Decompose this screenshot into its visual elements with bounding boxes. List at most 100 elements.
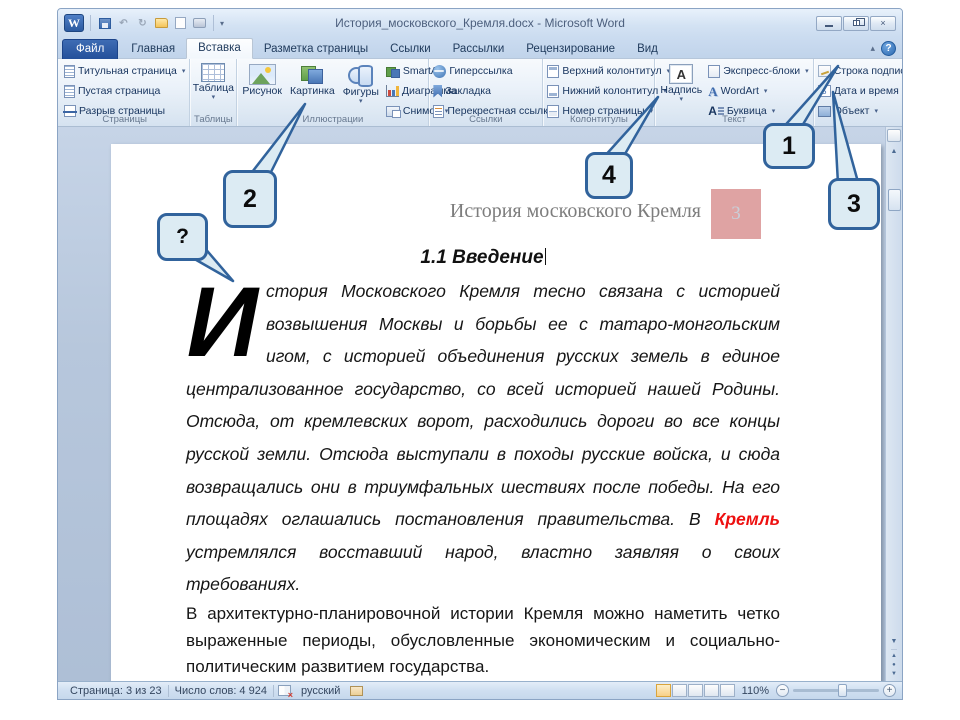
bookmark-button[interactable]: Закладка bbox=[431, 82, 555, 100]
zoom-slider-thumb[interactable] bbox=[838, 684, 847, 697]
tab-view[interactable]: Вид bbox=[626, 40, 669, 59]
undo-button[interactable]: ↶ bbox=[116, 16, 131, 30]
footer-button[interactable]: Нижний колонтитул bbox=[545, 82, 672, 100]
hyperlink-icon bbox=[433, 64, 447, 78]
document-body: История Московского Кремля тесно связана… bbox=[186, 266, 780, 681]
picture-icon bbox=[248, 64, 276, 85]
group-illustrations: Рисунок Картинка Фигуры SmartArt Диаграм… bbox=[237, 59, 457, 126]
callout-2: 2 bbox=[223, 170, 277, 228]
callout-1: 1 bbox=[763, 123, 815, 169]
date-time-button[interactable]: 5 Дата и время bbox=[816, 82, 902, 100]
zoom-in-button[interactable]: + bbox=[883, 684, 896, 697]
tab-insert[interactable]: Вставка bbox=[186, 38, 253, 59]
divider bbox=[90, 15, 91, 31]
title-bar: W ↶ ↻ ▾ История_московского_Кремля.docx … bbox=[58, 9, 902, 37]
quick-parts-button[interactable]: Экспресс-блоки bbox=[706, 62, 810, 80]
ribbon-insert: Титульная страница Пустая страница Разры… bbox=[58, 59, 902, 127]
view-print-layout-button[interactable] bbox=[655, 684, 671, 697]
text-box-button[interactable]: A Надпись bbox=[657, 62, 705, 103]
date-time-icon: 5 bbox=[817, 85, 831, 97]
blank-page-icon bbox=[64, 84, 75, 98]
zoom-slider-track[interactable] bbox=[793, 684, 879, 697]
blank-page-button[interactable]: Пустая страница bbox=[62, 82, 187, 100]
kremlin-red-text: Кремль bbox=[714, 509, 780, 530]
status-page-info[interactable]: Страница: 3 из 23 bbox=[64, 685, 168, 697]
save-button[interactable] bbox=[97, 16, 112, 30]
help-button[interactable]: ? bbox=[881, 41, 896, 56]
tab-page-layout[interactable]: Разметка страницы bbox=[253, 40, 379, 59]
tab-file[interactable]: Файл bbox=[62, 39, 119, 59]
zoom-level[interactable]: 110% bbox=[735, 685, 776, 697]
status-language[interactable]: русский bbox=[295, 685, 346, 697]
view-fullscreen-reading-button[interactable] bbox=[671, 684, 687, 697]
next-page-button[interactable]: ▼ bbox=[891, 671, 897, 677]
view-web-layout-button[interactable] bbox=[687, 684, 703, 697]
text-cursor bbox=[544, 248, 546, 265]
collapse-ribbon-button[interactable]: ▴ bbox=[870, 43, 875, 54]
status-right-controls: 110% − + bbox=[655, 684, 896, 697]
restore-button[interactable] bbox=[843, 15, 869, 31]
object-button[interactable]: Объект bbox=[816, 102, 902, 120]
table-icon bbox=[201, 63, 226, 82]
group-text: A Надпись Экспресс-блоки AWordArt AБукви… bbox=[655, 59, 814, 126]
minimize-button[interactable] bbox=[816, 15, 842, 31]
view-outline-button[interactable] bbox=[703, 684, 719, 697]
printer-icon bbox=[193, 18, 206, 28]
divider bbox=[213, 15, 214, 31]
previous-page-button[interactable]: ▲ bbox=[891, 653, 897, 659]
scrollbar-thumb[interactable] bbox=[887, 189, 901, 211]
view-draft-button[interactable] bbox=[719, 684, 735, 697]
group-label-illustrations: Иллюстрации bbox=[302, 114, 364, 125]
tab-review[interactable]: Рецензирование bbox=[515, 40, 626, 59]
group-links: Гиперссылка Закладка Перекрестная ссылка… bbox=[429, 59, 554, 126]
group-header-footer: Верхний колонтитул Нижний колонтитул Ном… bbox=[543, 59, 662, 126]
print-button[interactable] bbox=[192, 16, 207, 30]
customize-qat-button[interactable]: ▾ bbox=[220, 19, 224, 28]
scroll-up-button[interactable]: ▲ bbox=[887, 144, 902, 159]
scroll-down-button[interactable]: ▼ bbox=[887, 634, 902, 649]
close-button[interactable]: × bbox=[870, 15, 896, 31]
print-preview-icon bbox=[175, 17, 186, 29]
open-button[interactable] bbox=[154, 16, 169, 30]
spell-check-icon[interactable] bbox=[277, 685, 293, 699]
tab-mailings[interactable]: Рассылки bbox=[442, 40, 516, 59]
clipart-button[interactable]: Картинка bbox=[287, 62, 338, 97]
shapes-button[interactable]: Фигуры bbox=[340, 62, 382, 105]
cover-page-button[interactable]: Титульная страница bbox=[62, 62, 187, 80]
print-preview-button[interactable] bbox=[173, 16, 188, 30]
tab-home[interactable]: Главная bbox=[120, 40, 186, 59]
ruler-toggle-button[interactable] bbox=[887, 129, 901, 142]
browse-object-controls: ▲ ● ▼ bbox=[891, 649, 897, 681]
callout-3: 3 bbox=[828, 178, 880, 230]
hyperlink-button[interactable]: Гиперссылка bbox=[431, 62, 555, 80]
chart-icon bbox=[385, 85, 399, 97]
group-label-header-footer: Колонтитулы bbox=[569, 114, 628, 125]
signature-line-button[interactable]: Строка подписи bbox=[816, 62, 902, 80]
tab-references[interactable]: Ссылки bbox=[379, 40, 442, 59]
scrollbar-track[interactable] bbox=[887, 159, 902, 634]
group-label-tables: Таблицы bbox=[193, 114, 233, 125]
zoom-out-button[interactable]: − bbox=[776, 684, 789, 697]
group-label-links: Ссылки bbox=[469, 114, 503, 125]
vertical-scrollbar[interactable]: ▲ ▼ ▲ ● ▼ bbox=[885, 127, 902, 681]
table-button[interactable]: Таблица bbox=[190, 61, 237, 101]
group-label-pages: Страницы bbox=[102, 114, 147, 125]
text-box-icon: A bbox=[669, 64, 694, 84]
picture-button[interactable]: Рисунок bbox=[239, 62, 285, 97]
page-number-badge: 3 bbox=[711, 189, 761, 239]
cover-page-icon bbox=[64, 64, 75, 78]
shapes-icon bbox=[347, 64, 374, 87]
header-button[interactable]: Верхний колонтитул bbox=[545, 62, 672, 80]
select-browse-object-button[interactable]: ● bbox=[892, 662, 896, 668]
paragraph-intro: История Московского Кремля тесно связана… bbox=[186, 266, 780, 595]
keyboard-language-icon[interactable] bbox=[350, 685, 364, 696]
save-icon bbox=[98, 17, 111, 29]
wordart-button[interactable]: A WordArt bbox=[706, 82, 810, 100]
object-icon bbox=[817, 105, 831, 117]
redo-button[interactable]: ↻ bbox=[135, 16, 150, 30]
status-word-count[interactable]: Число слов: 4 924 bbox=[169, 685, 273, 697]
quick-parts-icon bbox=[708, 64, 721, 78]
word-logo-icon[interactable]: W bbox=[64, 14, 84, 32]
page-header-title: История московского Кремля bbox=[449, 200, 701, 222]
footer-icon bbox=[547, 84, 560, 98]
